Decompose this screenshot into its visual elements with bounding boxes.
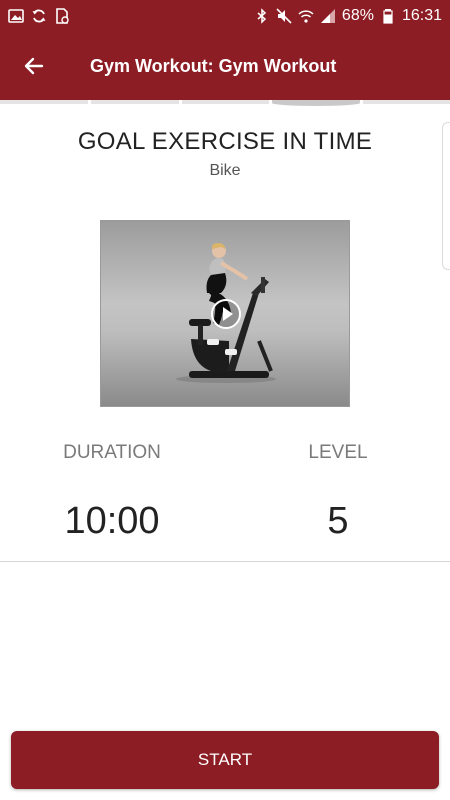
start-button[interactable]: START <box>11 731 439 789</box>
page-title: Gym Workout: Gym Workout <box>90 55 337 76</box>
duration-label: DURATION <box>63 442 161 463</box>
tab-indicator-strip <box>0 100 450 106</box>
level-value: 5 <box>327 500 349 542</box>
clock: 16:31 <box>401 7 442 24</box>
tab-step-3[interactable] <box>182 100 269 104</box>
play-icon[interactable] <box>211 299 241 329</box>
tab-step-1[interactable] <box>0 100 88 104</box>
duration-value: 10:00 <box>64 500 160 542</box>
tab-step-5[interactable] <box>363 100 450 104</box>
file-icon <box>54 8 70 24</box>
bluetooth-icon <box>254 8 270 24</box>
status-right-icons: 68% 16:31 <box>254 7 442 25</box>
status-left-icons <box>8 8 70 24</box>
exercise-name: Bike <box>209 162 241 179</box>
level-label: LEVEL <box>308 442 368 463</box>
sync-icon <box>31 8 47 24</box>
arrow-back-icon <box>24 57 44 75</box>
battery-percentage: 68% <box>341 7 374 24</box>
mute-icon <box>276 8 292 24</box>
app-bar: Gym Workout: Gym Workout <box>0 32 450 100</box>
back-button[interactable] <box>0 32 68 100</box>
status-bar: 68% 16:31 <box>0 0 450 32</box>
tab-step-2[interactable] <box>91 100 179 104</box>
tab-step-4[interactable] <box>272 100 360 106</box>
wifi-icon <box>298 8 314 24</box>
exercise-video[interactable] <box>100 220 350 407</box>
signal-icon <box>320 8 336 24</box>
divider <box>0 561 450 562</box>
battery-icon <box>380 8 396 24</box>
goal-title: GOAL EXERCISE IN TIME <box>77 128 373 155</box>
image-icon <box>8 8 24 24</box>
